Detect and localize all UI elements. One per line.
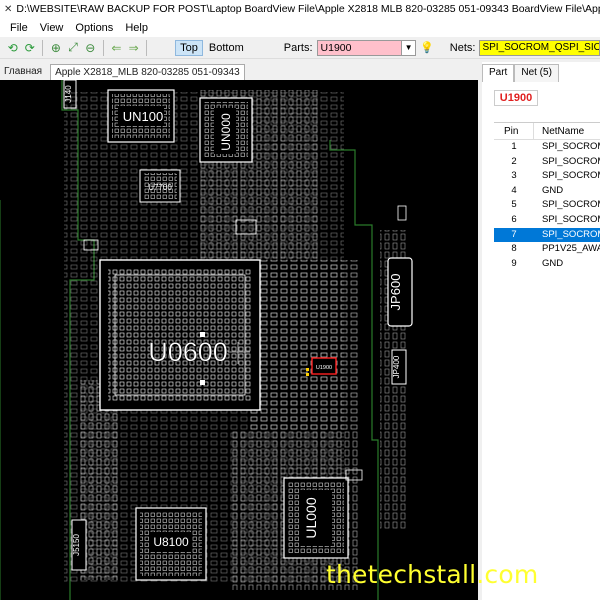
table-header: Pin NetName (494, 122, 600, 140)
column-netname[interactable]: NetName (534, 123, 600, 139)
label-u1900: U1900 (316, 365, 332, 371)
column-pin[interactable]: Pin (494, 123, 534, 139)
passive-field (250, 260, 360, 430)
pin-cell: 8 (511, 243, 517, 255)
pin-cell: 1 (511, 141, 517, 152)
parts-value: U1900 (320, 41, 352, 54)
menu-file[interactable]: File (4, 22, 34, 34)
zoom-in-icon[interactable]: ⊕ (47, 39, 64, 57)
menu-view[interactable]: View (34, 22, 70, 34)
part-name-badge: U1900 (494, 90, 538, 106)
menu-options[interactable]: Options (69, 22, 119, 34)
netname-cell: GND (542, 184, 564, 196)
label-ul000: UL000 (303, 497, 319, 538)
app-icon: ✕ (4, 3, 13, 15)
pin-cell: 9 (511, 257, 517, 269)
toolbar-separator (102, 39, 104, 56)
label-u7700: U7700 (148, 183, 172, 192)
netname-cell: SPI_SOCROM_QSPI_SIO2 (542, 170, 600, 182)
pin-cell: 2 (511, 155, 517, 167)
toolbar: ⟲ ⟳ ⊕ ⤢ ⊖ ⇐ ⇒ Top Bottom Parts: U1900 ▼ … (0, 37, 600, 59)
bottom-side-button[interactable]: Bottom (205, 41, 248, 55)
table-row[interactable]: 2 SPI_SOCROM_QSPI_SIO1 (494, 155, 600, 170)
nets-input[interactable]: SPI_SOCROM_QSPI_SIO3 (479, 39, 600, 56)
toolbar-separator (42, 39, 44, 56)
table-row[interactable]: 7 SPI_SOCROM_QSPI_SIO3 (494, 227, 600, 243)
label-j5150: J5150 (72, 534, 81, 556)
label-j140: J140 (64, 85, 73, 103)
tab-board-file[interactable]: Apple X2818_MLB 820-03285 051-09343 (50, 64, 245, 80)
pin-cell: 7 (511, 228, 517, 240)
pin-cell: 4 (511, 184, 517, 196)
chevron-down-icon[interactable]: ▼ (401, 40, 416, 55)
pin-marker (306, 368, 309, 371)
netname-cell: SPI_SOCROM_QSPI_CS_L (542, 141, 600, 152)
lightbulb-icon[interactable]: 💡 (420, 41, 434, 54)
menu-help[interactable]: Help (119, 22, 154, 34)
parts-label: Parts: (283, 41, 313, 54)
back-arrow-icon[interactable]: ⇐ (108, 39, 125, 57)
small-part (397, 205, 407, 221)
table-row[interactable]: 5 SPI_SOCROM_QSPI_SIO0 (494, 198, 600, 213)
pin-table: Pin NetName 1 SPI_SOCROM_QSPI_CS_L 2 SPI_SO… (494, 122, 600, 271)
rotate-left-icon[interactable]: ⟲ (4, 39, 21, 57)
label-un000: UN000 (219, 113, 233, 151)
panel-tabs: Part Net (5) (482, 64, 559, 82)
table-row[interactable]: 3 SPI_SOCROM_QSPI_SIO2 (494, 169, 600, 184)
menu-bar: File View Options Help (0, 18, 600, 37)
label-u8100: U8100 (153, 535, 189, 549)
label-u0600: U0600 (148, 337, 228, 367)
netname-cell: PP1V25_AWAKE (542, 243, 600, 255)
netname-cell: SPI_SOCROM_QSPI_SIO0 (542, 199, 600, 211)
zoom-fit-icon[interactable]: ⤢ (65, 39, 82, 57)
table-row[interactable]: 4 GND (494, 184, 600, 199)
pin-cell: 5 (511, 199, 517, 211)
watermark-text: thetechstall.com (326, 560, 539, 589)
table-row[interactable]: 9 GND (494, 257, 600, 272)
board-canvas[interactable]: UN100 UN000 U7700 J140 U0600 U1900 JP600 (0, 80, 478, 600)
top-side-button[interactable]: Top (175, 39, 203, 56)
netname-cell: GND (542, 257, 564, 269)
zoom-out-icon[interactable]: ⊖ (82, 39, 99, 57)
pin-cell: 6 (511, 213, 517, 225)
pin-marker (306, 373, 309, 376)
document-tabs: Главная Apple X2818_MLB 820-03285 051-09… (0, 62, 478, 80)
label-jp400: JP400 (392, 355, 401, 378)
netname-cell: SPI_SOCROM_QSPI_SCLK (542, 213, 600, 225)
table-row[interactable]: 6 SPI_SOCROM_QSPI_SCLK (494, 213, 600, 228)
side-panel: Part Net (5) U1900 Pin NetName 1 SPI_SOCR… (482, 62, 600, 600)
board-view[interactable]: UN100 UN000 U7700 J140 U0600 U1900 JP600 (0, 80, 478, 600)
rotate-right-icon[interactable]: ⟳ (21, 39, 38, 57)
table-body: 1 SPI_SOCROM_QSPI_CS_L 2 SPI_SOCROM_QSPI_SI… (494, 140, 600, 271)
label-jp600: JP600 (388, 274, 403, 311)
table-row[interactable]: 8 PP1V25_AWAKE (494, 242, 600, 257)
title-bar: ✕ D:\WEBSITE\RAW BACKUP FOR POST\Laptop … (0, 0, 600, 18)
label-un100: UN100 (123, 109, 163, 124)
tab-part[interactable]: Part (482, 64, 515, 82)
pin-cell: 3 (511, 170, 517, 182)
parts-combo[interactable]: U1900 ▼ (316, 39, 417, 56)
window-title: D:\WEBSITE\RAW BACKUP FOR POST\Laptop Bo… (16, 3, 600, 15)
tab-home[interactable]: Главная (0, 64, 46, 80)
table-row[interactable]: 1 SPI_SOCROM_QSPI_CS_L (494, 140, 600, 155)
toolbar-separator (146, 39, 148, 56)
netname-cell: SPI_SOCROM_QSPI_SIO3 (542, 228, 600, 240)
nets-label: Nets: (449, 41, 476, 54)
tab-net[interactable]: Net (5) (514, 64, 559, 82)
forward-arrow-icon[interactable]: ⇒ (125, 39, 142, 57)
netname-cell: SPI_SOCROM_QSPI_SIO1 (542, 155, 600, 167)
